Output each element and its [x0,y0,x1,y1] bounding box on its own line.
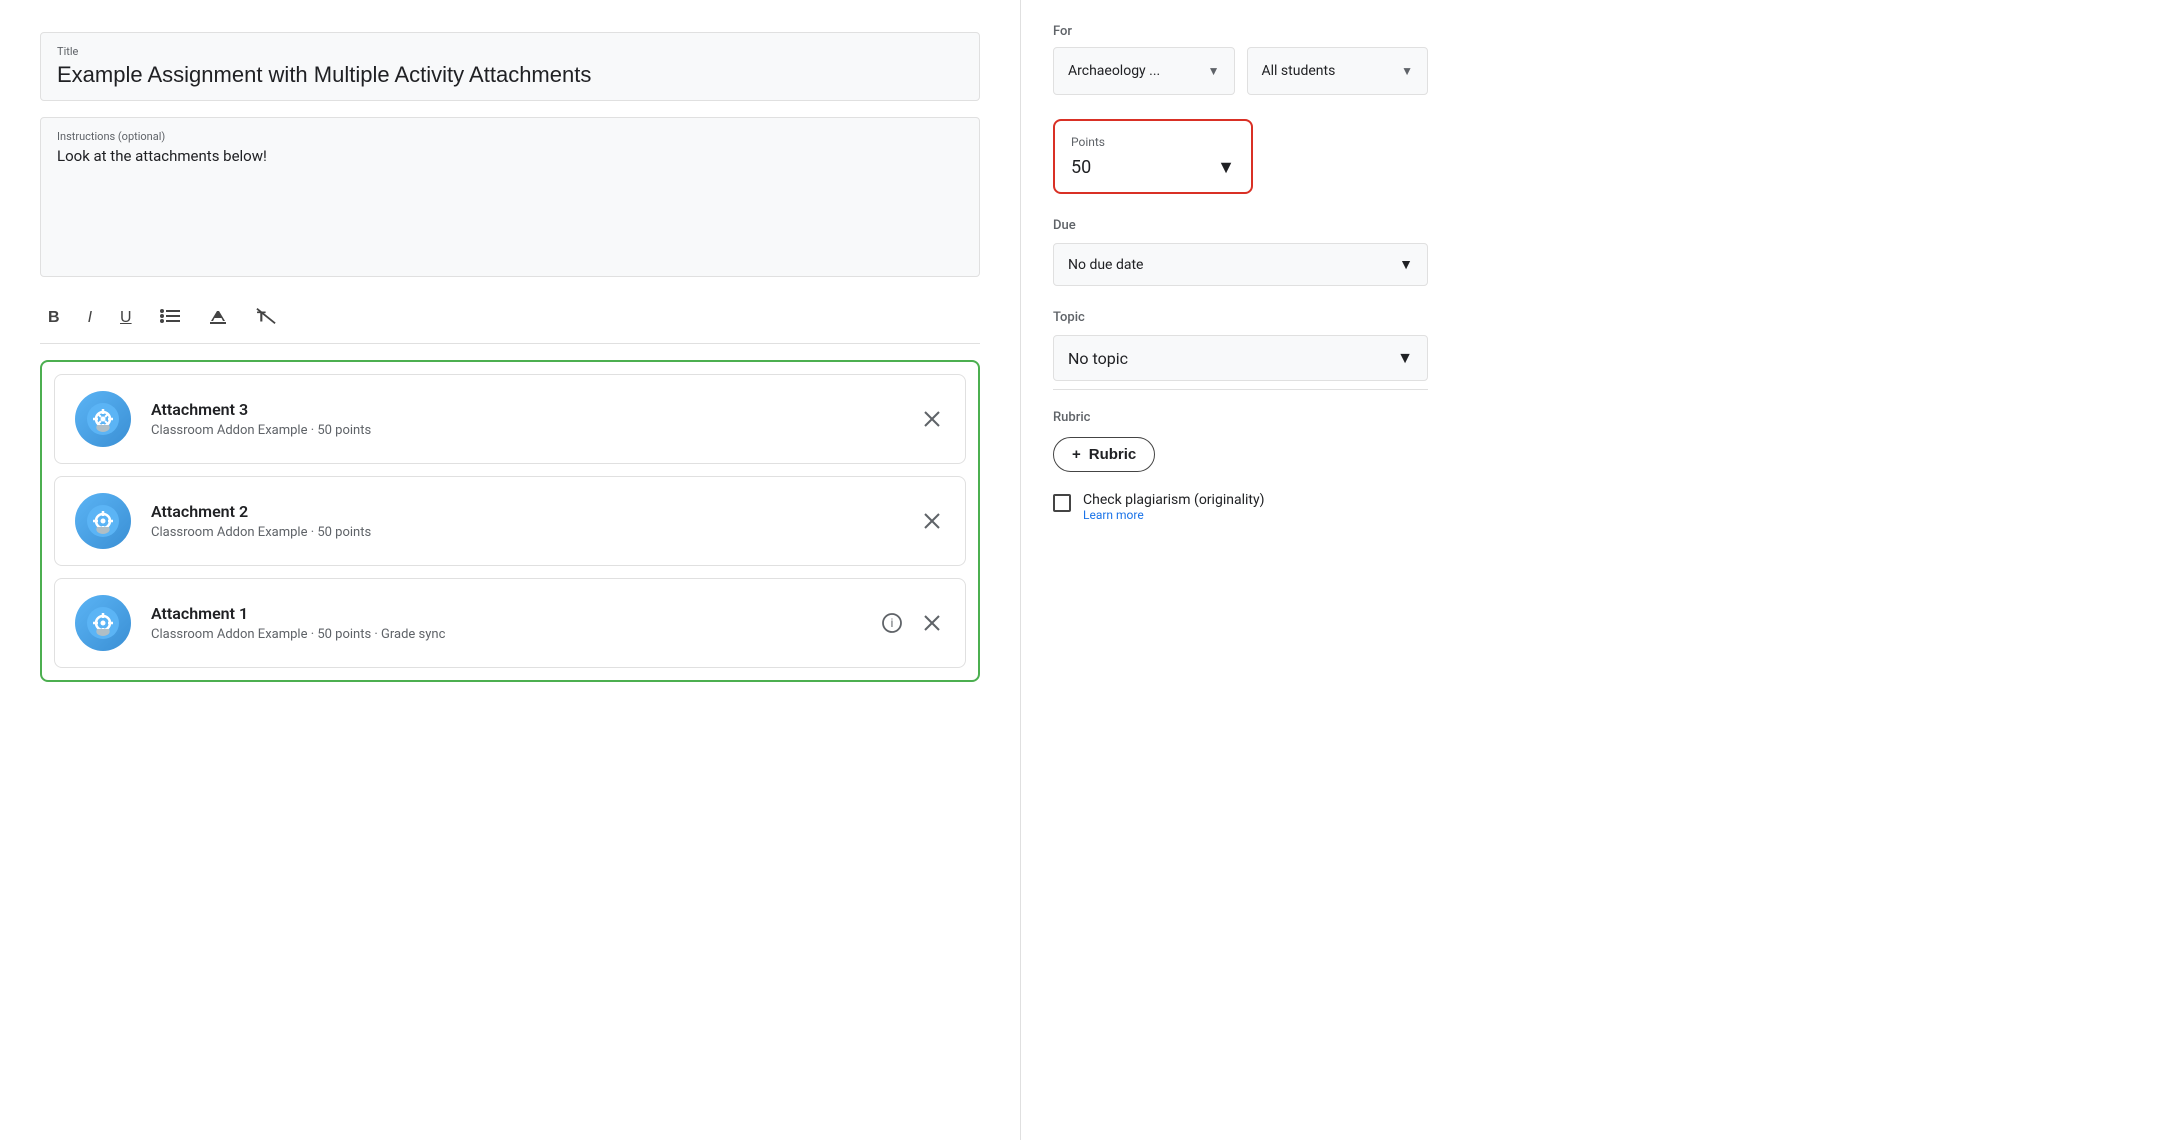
class-select[interactable]: Archaeology ... ▼ [1053,47,1235,95]
students-value: All students [1262,63,1336,79]
attachment-actions [919,508,945,534]
attachment-name: Attachment 2 [151,502,919,521]
rubric-plus-icon: + [1072,446,1081,463]
due-label: Due [1053,218,1428,233]
remove-attachment-button[interactable] [919,406,945,432]
rubric-btn-label: Rubric [1089,446,1137,463]
title-label: Title [57,45,963,58]
clear-format-button[interactable] [204,303,232,333]
main-panel: Title Instructions (optional) Look at th… [0,0,1020,1140]
topic-select[interactable]: No topic ▼ [1053,335,1428,381]
attachment-card: Attachment 3 Classroom Addon Example · 5… [54,374,966,464]
info-button[interactable]: i [877,608,907,638]
instructions-field[interactable]: Instructions (optional) Look at the atta… [40,117,980,277]
students-chevron-icon: ▼ [1401,64,1413,78]
students-select[interactable]: All students ▼ [1247,47,1429,95]
topic-label: Topic [1053,310,1428,325]
right-panel: For Archaeology ... ▼ All students ▼ Poi… [1020,0,1460,1140]
svg-text:i: i [891,616,894,630]
italic-button[interactable]: I [84,306,96,330]
instructions-label: Instructions (optional) [57,130,963,143]
remove-format-button[interactable]: T [252,303,280,333]
remove-attachment-button[interactable] [919,610,945,636]
class-chevron-icon: ▼ [1208,64,1220,78]
learn-more-link[interactable]: Learn more [1083,508,1264,522]
instructions-value: Look at the attachments below! [57,147,963,165]
plagiarism-row: Check plagiarism (originality) Learn mor… [1053,492,1428,522]
points-chevron-icon: ▼ [1217,157,1235,178]
underline-button[interactable]: U [116,306,136,330]
plagiarism-text: Check plagiarism (originality) Learn mor… [1083,492,1264,522]
list-button[interactable] [156,304,184,332]
attachment-name: Attachment 3 [151,400,919,419]
points-value: 50 [1071,157,1091,178]
topic-divider [1053,389,1428,390]
attachment-info: Attachment 3 Classroom Addon Example · 5… [151,400,919,438]
formatting-toolbar: B I U T [40,293,980,344]
add-rubric-button[interactable]: + Rubric [1053,437,1155,472]
attachment-card: Attachment 2 Classroom Addon Example · 5… [54,476,966,566]
points-field[interactable]: Points 50 ▼ [1053,119,1253,194]
due-select[interactable]: No due date ▼ [1053,243,1428,286]
title-field[interactable]: Title [40,32,980,101]
attachment-info: Attachment 1 Classroom Addon Example · 5… [151,604,877,642]
topic-value: No topic [1068,349,1128,368]
attachment-actions: i [877,608,945,638]
remove-attachment-button[interactable] [919,508,945,534]
due-value: No due date [1068,257,1143,273]
attachment-icon [75,595,131,651]
topic-chevron-icon: ▼ [1397,348,1413,368]
points-label: Points [1071,135,1235,149]
plagiarism-checkbox[interactable] [1053,494,1071,512]
title-input[interactable] [57,62,963,88]
rubric-label: Rubric [1053,410,1428,425]
attachment-icon [75,493,131,549]
attachments-container: Attachment 3 Classroom Addon Example · 5… [40,360,980,682]
attachment-meta: Classroom Addon Example · 50 points [151,423,919,438]
for-row: Archaeology ... ▼ All students ▼ [1053,47,1428,95]
bold-button[interactable]: B [44,306,64,330]
points-select[interactable]: 50 ▼ [1071,157,1235,178]
attachment-info: Attachment 2 Classroom Addon Example · 5… [151,502,919,540]
attachment-icon [75,391,131,447]
attachment-actions [919,406,945,432]
class-value: Archaeology ... [1068,63,1160,79]
for-label: For [1053,24,1428,39]
attachment-meta: Classroom Addon Example · 50 points · Gr… [151,627,877,642]
attachment-meta: Classroom Addon Example · 50 points [151,525,919,540]
attachment-card: Attachment 1 Classroom Addon Example · 5… [54,578,966,668]
attachment-name: Attachment 1 [151,604,877,623]
plagiarism-label: Check plagiarism (originality) [1083,492,1264,508]
due-chevron-icon: ▼ [1399,256,1413,273]
